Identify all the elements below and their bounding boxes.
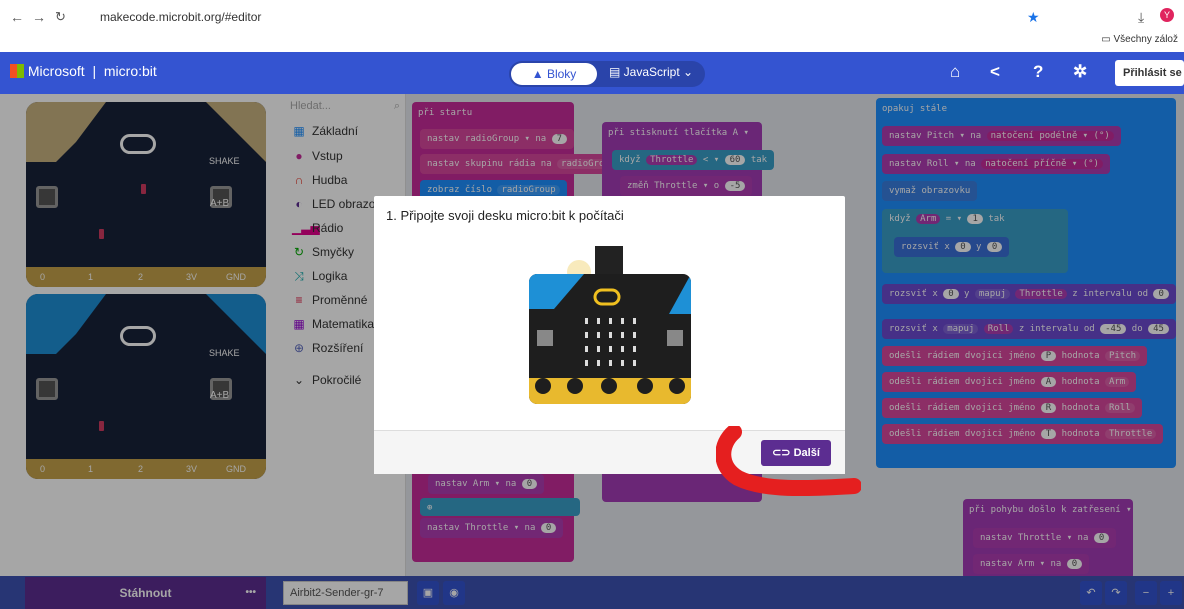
brand: Microsoft | micro:bit xyxy=(10,63,157,79)
usb-connector-icon xyxy=(595,246,623,276)
tab-blocks-label: Bloky xyxy=(546,67,577,81)
browser-chrome: ← → ↻ makecode.microbit.org/#editor ★ ⤓ … xyxy=(0,0,1184,52)
home-icon[interactable]: ⌂ xyxy=(950,62,960,82)
dialog-title: 1. Připojte svoji desku micro:bit k počí… xyxy=(386,208,624,223)
help-icon[interactable]: ? xyxy=(1033,62,1043,82)
editor-toggle: ▲ Bloky ▤ JavaScript ⌄ xyxy=(509,61,705,87)
back-icon[interactable]: ← xyxy=(10,9,24,25)
bookmark-star-icon[interactable]: ★ xyxy=(1027,9,1040,26)
red-arrow-annotation xyxy=(716,426,861,497)
microbit-illustration xyxy=(529,274,691,404)
bookmarks-label: Všechny zálož xyxy=(1113,34,1178,45)
login-button[interactable]: Přihlásit se xyxy=(1115,60,1184,86)
microsoft-label: Microsoft xyxy=(27,63,85,79)
gear-icon[interactable]: ✲ xyxy=(1073,62,1087,82)
profile-avatar[interactable]: Y xyxy=(1160,8,1174,22)
forward-icon[interactable]: → xyxy=(32,9,46,25)
microbit-board-graphic xyxy=(529,274,691,404)
tab-javascript[interactable]: ▤ JavaScript ⌄ xyxy=(609,65,693,79)
bookmarks-folder[interactable]: ▭ Všechny zálož xyxy=(1101,34,1178,45)
download-icon[interactable]: ⤓ xyxy=(1138,9,1144,26)
microsoft-logo-icon xyxy=(10,64,24,78)
microbit-label: micro:bit xyxy=(103,63,157,79)
tab-javascript-label: JavaScript xyxy=(623,65,680,79)
tab-blocks[interactable]: ▲ Bloky xyxy=(511,63,597,85)
address-bar[interactable]: makecode.microbit.org/#editor xyxy=(90,6,1080,28)
editor-header: Microsoft | micro:bit ▲ Bloky ▤ JavaScri… xyxy=(0,52,1184,94)
reload-icon[interactable]: ↻ xyxy=(55,9,66,25)
share-icon[interactable]: < xyxy=(990,62,1000,82)
